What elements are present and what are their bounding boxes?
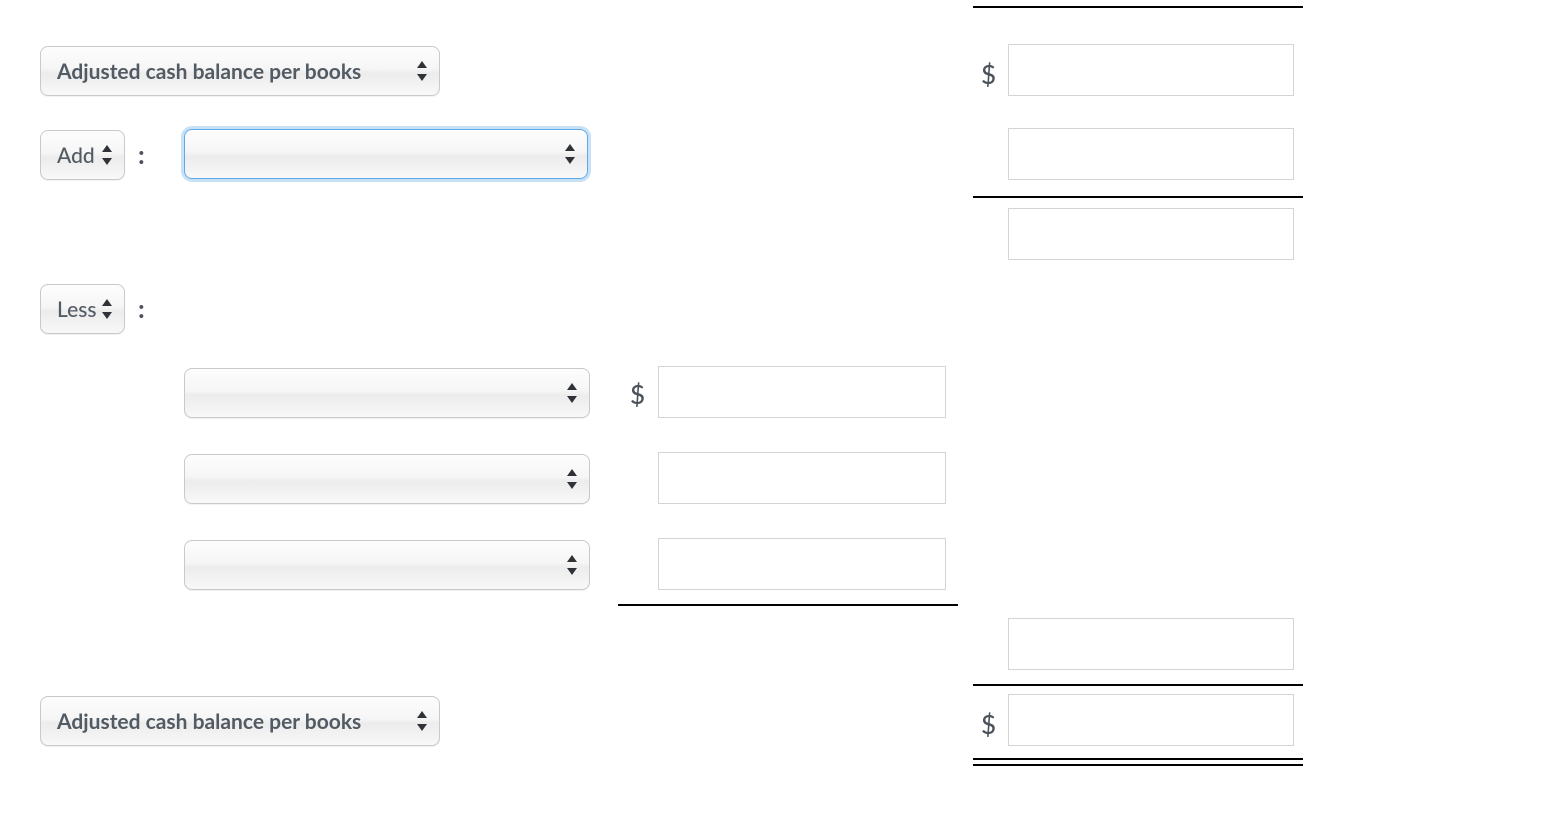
rule-above-opening [973,6,1303,8]
closing-balance-amount[interactable] [1008,694,1294,746]
less-operation-dropdown[interactable]: Less [40,284,125,334]
sort-arrows-icon [565,468,579,490]
sort-arrows-icon [565,382,579,404]
add-item-dropdown[interactable] [184,129,588,179]
less-total-amount[interactable] [1008,618,1294,670]
sort-arrows-icon [415,60,429,82]
less-operation-text: Less [57,297,96,322]
rule-below-less-total [973,684,1303,686]
bank-reconciliation-worksheet: Adjusted cash balance per books $ Add : … [0,0,1562,840]
add-colon: : [138,138,145,170]
less-item-2-amount[interactable] [658,452,946,504]
less-item-3-dropdown[interactable] [184,540,590,590]
less-item-3-amount[interactable] [658,538,946,590]
add-operation-text: Add [57,143,95,168]
add-operation-dropdown[interactable]: Add [40,130,125,180]
less-item-1-amount[interactable] [658,366,946,418]
currency-symbol: $ [630,378,645,410]
currency-symbol: $ [981,58,996,90]
closing-balance-label-dropdown[interactable]: Adjusted cash balance per books [40,696,440,746]
sort-arrows-icon [565,554,579,576]
opening-balance-label-dropdown[interactable]: Adjusted cash balance per books [40,46,440,96]
sort-arrows-icon [415,710,429,732]
sort-arrows-icon [100,144,114,166]
less-item-1-dropdown[interactable] [184,368,590,418]
currency-symbol: $ [981,708,996,740]
rule-below-less-items [618,604,958,606]
sort-arrows-icon [100,298,114,320]
opening-balance-amount[interactable] [1008,44,1294,96]
opening-balance-dropdown-text: Adjusted cash balance per books [57,59,361,84]
rule-below-add [973,196,1303,198]
sort-arrows-icon [563,143,577,165]
closing-balance-dropdown-text: Adjusted cash balance per books [57,709,361,734]
less-colon: : [138,292,145,324]
add-amount[interactable] [1008,128,1294,180]
subtotal-after-add[interactable] [1008,208,1294,260]
less-item-2-dropdown[interactable] [184,454,590,504]
